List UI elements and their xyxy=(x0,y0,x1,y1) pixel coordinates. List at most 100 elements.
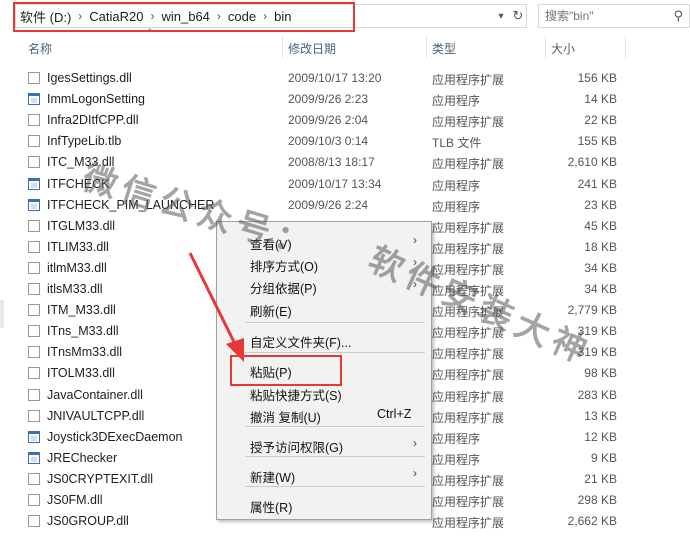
menu-separator xyxy=(245,352,425,353)
menu-item-label: 授予访问权限(G) xyxy=(250,441,344,455)
chevron-right-icon: › xyxy=(413,436,417,450)
menu-item[interactable]: 属性(R) xyxy=(217,493,431,515)
file-name: ITM_M33.dll xyxy=(47,303,116,318)
search-icon[interactable]: ⚲ xyxy=(673,8,683,24)
column-divider[interactable] xyxy=(625,36,626,58)
dll-file-icon xyxy=(28,409,40,422)
chevron-right-icon: › xyxy=(413,233,417,247)
address-bar[interactable]: 软件 (D:) › CatiaR20 › win_b64 › code › bin ▾ ↻ xyxy=(15,4,527,28)
file-type: 应用程序 xyxy=(432,431,481,446)
breadcrumb-item[interactable]: win_b64 xyxy=(157,9,213,24)
dll-file-icon xyxy=(28,240,40,253)
file-date: 2009/10/17 13:34 xyxy=(288,176,382,191)
menu-item[interactable]: 新建(W) › xyxy=(217,463,431,485)
file-name: ITns_M33.dll xyxy=(47,324,119,339)
file-size: 156 KB xyxy=(577,71,617,85)
application-icon xyxy=(28,198,40,211)
file-name: JavaContainer.dll xyxy=(47,387,143,402)
menu-separator xyxy=(245,456,425,457)
dll-file-icon xyxy=(28,72,40,84)
nav-pane-edge xyxy=(0,300,4,328)
breadcrumb: 软件 (D:) › CatiaR20 › win_b64 › code › bin xyxy=(16,5,295,27)
breadcrumb-separator-icon[interactable]: › xyxy=(75,9,85,23)
chevron-right-icon: › xyxy=(413,466,417,480)
column-size[interactable]: 大小 xyxy=(551,40,575,57)
file-name: JS0FM.dll xyxy=(47,493,103,507)
application-icon xyxy=(28,177,40,190)
menu-item[interactable]: 刷新(E) xyxy=(217,297,431,319)
menu-separator xyxy=(245,486,425,487)
dll-file-icon xyxy=(28,388,40,401)
dll-file-icon xyxy=(28,283,40,295)
column-divider[interactable] xyxy=(426,36,427,58)
file-type: 应用程序扩展 xyxy=(432,368,505,383)
breadcrumb-separator-icon[interactable]: › xyxy=(260,9,270,23)
column-type[interactable]: 类型 xyxy=(432,40,456,57)
menu-item-label: 粘贴(P) xyxy=(250,366,292,380)
file-type: 应用程序扩展 xyxy=(432,241,505,256)
file-row[interactable]: ImmLogonSetting 2009/9/26 2:23 应用程序 14 KB xyxy=(0,89,690,110)
column-date[interactable]: 修改日期 xyxy=(288,40,336,57)
menu-item-label: 分组依据(P) xyxy=(250,282,317,296)
file-name: IgesSettings.dll xyxy=(47,71,132,85)
file-type: 应用程序扩展 xyxy=(432,347,505,362)
menu-item-label: 属性(R) xyxy=(250,501,293,515)
application-icon xyxy=(28,93,40,106)
column-name[interactable]: 名称 xyxy=(28,40,52,57)
tlb-file-icon xyxy=(28,135,40,148)
file-name: JREChecker xyxy=(47,450,118,465)
dll-file-icon xyxy=(28,494,40,506)
menu-item[interactable]: 授予访问权限(G) › xyxy=(217,433,431,455)
file-name: ITLIM33.dll xyxy=(47,239,109,254)
dll-file-icon xyxy=(28,472,40,485)
file-name: Infra2DItfCPP.dll xyxy=(47,113,139,128)
file-size: 9 KB xyxy=(590,450,617,465)
breadcrumb-item[interactable]: code xyxy=(224,9,260,24)
file-type: 应用程序扩展 xyxy=(432,157,505,172)
column-divider[interactable] xyxy=(282,36,283,58)
file-size: 155 KB xyxy=(577,134,617,149)
file-date: 2009/9/26 2:24 xyxy=(288,197,369,212)
file-size: 22 KB xyxy=(584,113,617,128)
file-type: 应用程序扩展 xyxy=(432,516,505,531)
column-divider[interactable] xyxy=(545,36,546,58)
application-icon xyxy=(28,451,40,464)
file-size: 13 KB xyxy=(584,408,617,423)
breadcrumb-separator-icon[interactable]: › xyxy=(214,9,224,23)
file-row[interactable]: Infra2DItfCPP.dll 2009/9/26 2:04 应用程序扩展 22 … xyxy=(0,110,690,131)
file-type: 应用程序扩展 xyxy=(432,473,505,488)
breadcrumb-item[interactable]: bin xyxy=(270,9,295,24)
file-size: 2,610 KB xyxy=(567,155,617,170)
file-type: TLB 文件 xyxy=(432,136,482,151)
menu-item-label: 新建(W) xyxy=(250,471,296,485)
menu-item-label: 刷新(E) xyxy=(250,305,292,319)
menu-item-label: 粘贴快捷方式(S) xyxy=(250,389,342,403)
menu-item[interactable]: 粘贴快捷方式(S) xyxy=(217,381,431,403)
search-input[interactable] xyxy=(545,8,665,24)
breadcrumb-item[interactable]: 软件 (D:) xyxy=(16,7,75,26)
dll-file-icon xyxy=(28,219,40,232)
file-size: 241 KB xyxy=(577,176,617,191)
breadcrumb-separator-icon[interactable]: › xyxy=(147,9,157,23)
dll-file-icon xyxy=(28,114,40,127)
menu-item[interactable]: 撤消 复制(U) Ctrl+Z xyxy=(217,403,431,425)
file-date: 2009/10/17 13:20 xyxy=(288,71,382,85)
menu-item[interactable]: 粘贴(P) xyxy=(217,358,431,380)
file-size: 34 KB xyxy=(584,260,617,275)
chevron-down-icon[interactable]: ▾ xyxy=(494,7,508,25)
file-date: 2009/10/3 0:14 xyxy=(288,134,369,149)
dll-file-icon xyxy=(28,304,40,317)
search-box[interactable]: ⚲ xyxy=(538,4,690,28)
column-header: 名称 修改日期 类型 大小 xyxy=(0,36,690,58)
menu-item[interactable]: 自定义文件夹(F)... xyxy=(217,328,431,350)
breadcrumb-item[interactable]: CatiaR20 xyxy=(85,9,147,24)
file-size: 283 KB xyxy=(577,387,617,402)
menu-item-label: 自定义文件夹(F)... xyxy=(250,336,352,350)
refresh-icon[interactable]: ↻ xyxy=(510,7,526,25)
file-size: 45 KB xyxy=(584,218,617,233)
file-name: itlsM33.dll xyxy=(47,282,103,296)
file-name: ImmLogonSetting xyxy=(47,92,145,107)
file-size: 23 KB xyxy=(584,197,617,212)
file-row[interactable]: InfTypeLib.tlb 2009/10/3 0:14 TLB 文件 155 KB xyxy=(0,131,690,152)
file-row[interactable]: IgesSettings.dll 2009/10/17 13:20 应用程序扩展 15… xyxy=(0,68,690,89)
